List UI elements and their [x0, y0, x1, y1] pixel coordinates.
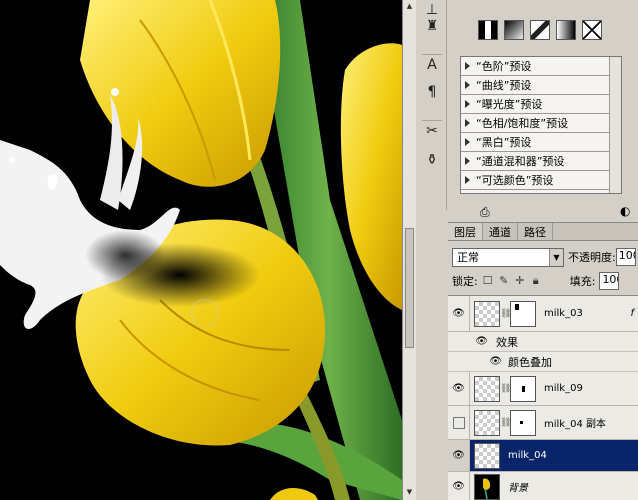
layer-row-milk_04[interactable]: 👁︎ milk_04 — [448, 440, 638, 472]
return-to-list-icon[interactable]: ⎙ — [480, 205, 490, 220]
lock-all-icon[interactable]: 🔒︎ — [530, 275, 542, 287]
lock-position-icon[interactable]: ✛ — [514, 275, 526, 287]
layer-name: milk_04 副本 — [544, 419, 606, 430]
layer-row-milk_03[interactable]: 👁︎ ⛓ milk_03 f — [448, 296, 638, 332]
preset-curves[interactable]: “曲线”预设 — [461, 76, 621, 95]
expand-triangle-icon[interactable] — [465, 176, 470, 184]
expand-triangle-icon[interactable] — [465, 119, 470, 127]
layer-row-milk_04-copy[interactable]: 👁︎ ⛓ milk_04 副本 — [448, 406, 638, 440]
lock-pixels-icon[interactable]: ✎ — [498, 275, 510, 287]
preset-exposure[interactable]: “曝光度”预设 — [461, 95, 621, 114]
blend-row: 正常 ▼ 不透明度: 100 — [452, 247, 638, 267]
expand-triangle-icon[interactable] — [465, 157, 470, 165]
visibility-eye-icon[interactable]: 👁︎ — [448, 296, 470, 331]
link-chain-icon: ⛓ — [500, 383, 512, 394]
blend-mode-select[interactable]: 正常 ▼ — [452, 247, 564, 267]
adjustments-panel: “色阶”预设 “曲线”预设 “曝光度”预设 “色相/饱和度”预设 “黑白”预设 … — [448, 0, 638, 219]
layer-mask-thumbnail[interactable] — [510, 300, 536, 327]
adjustment-icon-row — [478, 20, 602, 42]
layer-thumbnail — [474, 409, 500, 436]
preset-hue-saturation[interactable]: “色相/饱和度”预设 — [461, 114, 621, 133]
layer-thumbnail — [474, 442, 500, 469]
invert-icon[interactable] — [582, 20, 602, 40]
layers-panel-tabs: 图层 通道 路径 — [448, 223, 638, 241]
layer-name: milk_03 — [544, 308, 583, 319]
lock-row: 锁定: ☐ ✎ ✛ 🔒︎ 填充: 100 — [452, 271, 638, 291]
brush-presets-icon[interactable]: ⚱ — [422, 150, 442, 170]
visibility-eye-icon[interactable]: 👁︎ — [448, 440, 470, 471]
dropdown-arrow-icon[interactable]: ▼ — [549, 248, 563, 266]
opacity-label: 不透明度: — [568, 251, 616, 264]
effect-name: 颜色叠加 — [508, 355, 552, 369]
tab-layers[interactable]: 图层 — [448, 223, 483, 240]
expand-triangle-icon[interactable] — [465, 62, 470, 70]
link-chain-icon: ⛓ — [500, 417, 512, 428]
character-panel-icon[interactable]: A — [422, 54, 442, 74]
preset-levels[interactable]: “色阶”预设 — [461, 57, 621, 76]
effect-eye-icon[interactable]: 👁︎ — [448, 352, 504, 371]
effects-eye-icon[interactable]: 👁︎ — [448, 332, 492, 351]
tab-channels[interactable]: 通道 — [483, 223, 518, 240]
layer-row-milk_09[interactable]: 👁︎ ⛓ milk_09 — [448, 372, 638, 406]
expand-triangle-icon[interactable] — [465, 81, 470, 89]
tulip-thumbnail-image — [483, 477, 491, 499]
adjustment-presets-list: “色阶”预设 “曲线”预设 “曝光度”预设 “色相/饱和度”预设 “黑白”预设 … — [460, 56, 622, 194]
tab-paths[interactable]: 路径 — [518, 223, 553, 240]
scroll-up-arrow-icon[interactable]: ▲ — [405, 2, 414, 11]
fill-input[interactable]: 100 — [599, 272, 620, 290]
fill-label: 填充: — [569, 275, 596, 288]
expand-triangle-icon[interactable] — [465, 100, 470, 108]
layer-mask-thumbnail[interactable] — [510, 409, 536, 436]
layer-name: milk_09 — [544, 383, 583, 394]
layer-name: 背景 — [508, 483, 528, 494]
background-thumbnail — [474, 473, 500, 500]
visibility-eye-icon[interactable]: 👁︎ — [448, 472, 470, 500]
document-canvas[interactable] — [0, 0, 402, 500]
layer-thumbnail — [474, 375, 500, 402]
scroll-thumb[interactable] — [405, 228, 414, 348]
layer-fx-icon[interactable]: f — [630, 308, 634, 319]
link-chain-icon: ⛓ — [500, 308, 512, 319]
selective-color-icon[interactable] — [530, 20, 550, 40]
layer-mask-thumbnail[interactable] — [510, 375, 536, 402]
scroll-down-arrow-icon[interactable]: ▼ — [405, 488, 414, 497]
layer-row-background[interactable]: 👁︎ 背景 — [448, 472, 638, 500]
canvas-vertical-scrollbar[interactable]: ▲ ▼ — [402, 0, 416, 500]
clip-to-layer-icon[interactable]: ◐ — [620, 204, 630, 218]
tool-presets-icon[interactable]: ✂ — [422, 120, 442, 140]
lock-label: 锁定: — [452, 275, 478, 288]
layers-panel: 图层 通道 路径 正常 ▼ 不透明度: 100 锁定: ☐ ✎ ✛ 🔒︎ 填充:… — [448, 222, 638, 500]
posterize-icon[interactable] — [478, 20, 498, 40]
effect-color-overlay-row[interactable]: 👁︎ 颜色叠加 — [448, 352, 638, 372]
preset-selective-color[interactable]: “可选颜色”预设 — [461, 171, 621, 190]
preset-black-white[interactable]: “黑白”预设 — [461, 133, 621, 152]
effects-label: 效果 — [496, 335, 518, 349]
threshold-icon[interactable] — [556, 20, 576, 40]
effects-row[interactable]: 👁︎ 效果 — [448, 332, 638, 352]
layer-thumbnail — [474, 300, 500, 327]
tulip-image — [0, 0, 402, 500]
visibility-toggle-empty[interactable]: 👁︎ — [448, 406, 470, 439]
brush-cursor — [191, 299, 219, 327]
opacity-input[interactable]: 100 — [615, 248, 636, 266]
presets-scrollbar[interactable] — [609, 57, 621, 193]
visibility-eye-icon[interactable]: 👁︎ — [448, 372, 470, 405]
layer-list: 👁︎ ⛓ milk_03 f 👁︎ 效果 👁︎ 颜色叠加 👁︎ ⛓ milk_0… — [448, 295, 638, 500]
preset-channel-mixer[interactable]: “通道混和器”预设 — [461, 152, 621, 171]
gradient-map-icon[interactable] — [504, 20, 524, 40]
layer-name: milk_04 — [508, 450, 547, 461]
panel-icon-strip: ⊥ ♜ A ¶ ✂ ⚱ — [417, 0, 447, 210]
clone-source-icon[interactable]: ♜ — [422, 16, 442, 36]
lock-transparent-icon[interactable]: ☐ — [482, 275, 494, 287]
expand-triangle-icon[interactable] — [465, 138, 470, 146]
paragraph-panel-icon[interactable]: ¶ — [422, 82, 442, 102]
